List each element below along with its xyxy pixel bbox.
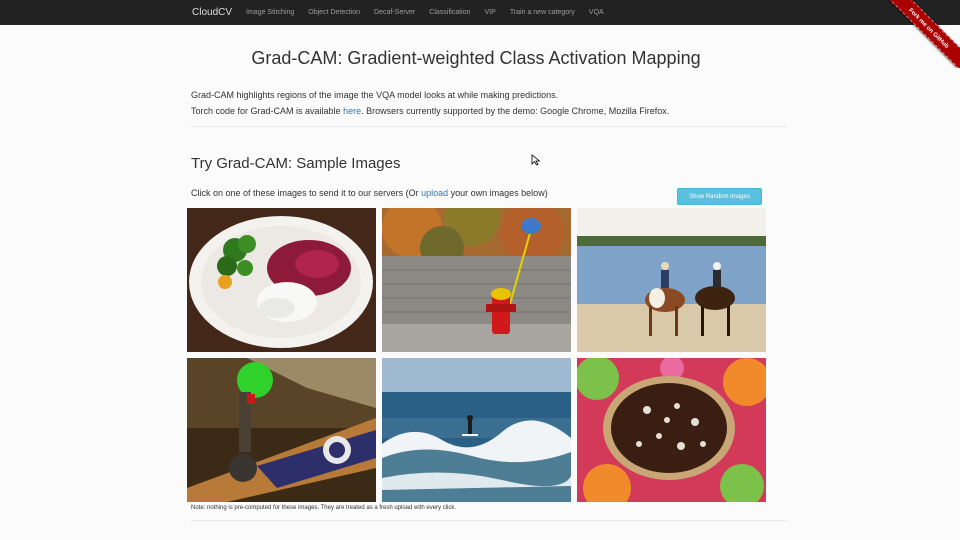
nav-vqa[interactable]: VQA (582, 9, 611, 16)
nav-object-detection[interactable]: Object Detection (301, 9, 367, 16)
instructions-prefix: Click on one of these images to send it … (191, 188, 422, 198)
nav-classification[interactable]: Classification (422, 9, 477, 16)
show-random-images-button[interactable]: Show Random Images (677, 188, 762, 205)
top-navbar: CloudCV Image Stitching Object Detection… (0, 0, 960, 25)
intro-line-2-prefix: Torch code for Grad-CAM is available (191, 106, 344, 116)
page-title: Grad-CAM: Gradient-weighted Class Activa… (251, 48, 701, 68)
precompute-note: Note: nothing is pre-computed for these … (191, 505, 457, 511)
nav-image-stitching[interactable]: Image Stitching (239, 9, 301, 16)
fire-hydrant-image[interactable] (382, 208, 571, 352)
nav-train-category[interactable]: Train a new category (503, 9, 582, 16)
nav-vip[interactable]: VIP (478, 9, 503, 16)
surfer-image[interactable] (382, 358, 571, 502)
skateboard-image[interactable] (187, 358, 376, 502)
mouse-cursor-icon (531, 154, 541, 166)
samples-instructions: Click on one of these images to send it … (191, 188, 548, 198)
divider-bottom (191, 520, 787, 521)
nav-links: Image Stitching Object Detection Decaf-S… (239, 9, 611, 16)
nav-decaf-server[interactable]: Decaf-Server (367, 9, 422, 16)
upload-link[interactable]: upload (421, 188, 448, 198)
torch-code-link[interactable]: here (343, 106, 361, 116)
samples-title: Try Grad-CAM: Sample Images (191, 155, 401, 172)
divider (191, 126, 787, 127)
horses-beach-image[interactable] (577, 208, 766, 352)
intro-text: Grad-CAM highlights regions of the image… (191, 87, 791, 119)
instructions-suffix: your own images below) (448, 188, 548, 198)
intro-line-1: Grad-CAM highlights regions of the image… (191, 90, 559, 100)
intro-line-2-suffix: . Browsers currently supported by the de… (361, 106, 670, 116)
brand-link[interactable]: CloudCV (192, 7, 232, 18)
pizza-image[interactable] (577, 358, 766, 502)
intro-line-2: Torch code for Grad-CAM is available her… (191, 103, 791, 119)
food-plate-image[interactable] (187, 208, 376, 352)
